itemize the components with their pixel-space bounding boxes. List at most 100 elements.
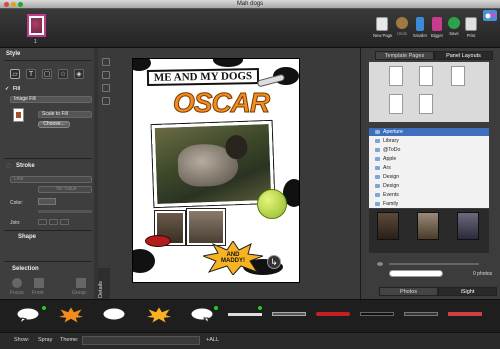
group-button[interactable] — [76, 278, 86, 288]
speech-bubble-sticker[interactable] — [16, 307, 40, 325]
bigger-button[interactable]: Bigger — [428, 17, 446, 38]
undo-icon — [396, 17, 408, 29]
bone-sticker[interactable] — [256, 73, 286, 88]
photo-thumbnail[interactable] — [457, 212, 479, 240]
tree-item-aperture[interactable]: Aperture — [369, 128, 489, 136]
text-banner-sticker[interactable] — [228, 313, 262, 316]
photo-search-input[interactable] — [389, 270, 443, 277]
library-icon — [375, 139, 380, 143]
main-dog-photo[interactable] — [151, 120, 275, 208]
save-icon — [448, 17, 460, 29]
layout-thumbnail[interactable] — [389, 66, 403, 86]
tree-item-library[interactable]: Library — [369, 137, 489, 145]
stroke-width-slider[interactable] — [38, 210, 92, 213]
tree-item-todo[interactable]: @ToDo — [369, 146, 489, 154]
grid-tool-icon[interactable] — [102, 58, 110, 66]
tree-item-label: Aperture — [383, 129, 403, 135]
tab-isight[interactable]: iSight — [438, 287, 497, 296]
stroke-checkbox[interactable]: ▢ — [6, 163, 11, 169]
photo-thumbnail[interactable] — [377, 212, 399, 240]
bar-sticker[interactable] — [272, 312, 306, 316]
tree-item-ars[interactable]: Ars — [369, 164, 489, 172]
front-button[interactable] — [34, 278, 44, 288]
undo-button[interactable]: Undo — [393, 17, 411, 36]
tab-photos[interactable]: Photos — [379, 287, 438, 296]
page-thumbnail[interactable] — [27, 14, 46, 37]
window-title: Mah dogs — [236, 1, 264, 7]
spray-button[interactable]: Spray — [38, 337, 52, 343]
smaller-button[interactable]: Smaller — [411, 17, 429, 38]
new-page-icon — [376, 17, 388, 31]
burst-sticker[interactable] — [145, 306, 173, 325]
crop-tool-icon[interactable] — [102, 97, 110, 105]
tab-template-pages[interactable]: Template Pages — [375, 51, 434, 60]
tree-item-family[interactable]: Family — [369, 200, 489, 208]
join-miter-button[interactable] — [38, 219, 47, 225]
stroke-color-well[interactable] — [38, 198, 56, 205]
align-tool-icon[interactable] — [102, 71, 110, 79]
ribbon-sticker[interactable] — [316, 312, 350, 316]
burst-callout[interactable]: AND MADDY! — [201, 240, 264, 276]
theme-label: Theme: — [60, 337, 79, 343]
tree-item-label: Library — [383, 138, 399, 144]
stroke-style-select[interactable]: Line — [10, 176, 92, 183]
front-label: Front — [32, 290, 44, 296]
tab-panel-layouts[interactable]: Panel Layouts — [434, 51, 493, 60]
choose-image-button[interactable]: Choose... — [38, 121, 70, 128]
fill-preview — [13, 108, 24, 122]
bar-sticker[interactable] — [404, 312, 438, 316]
bar-sticker[interactable] — [360, 312, 394, 316]
star-icon[interactable]: ☆ — [58, 69, 68, 79]
template-tabs: Template Pages Panel Layouts — [375, 51, 493, 60]
shape-tool-icon[interactable]: ▢ — [42, 69, 52, 79]
eye-icon[interactable] — [377, 262, 383, 266]
save-button[interactable]: Save — [445, 17, 463, 36]
layout-thumbnail[interactable] — [419, 94, 433, 114]
tennis-ball-sticker[interactable] — [257, 189, 287, 219]
join-bevel-button[interactable] — [60, 219, 69, 225]
new-page-button[interactable]: New Page — [373, 17, 392, 38]
dog-bowl-sticker[interactable] — [145, 235, 171, 247]
right-panel: Template Pages Panel Layouts Aperture Li… — [360, 48, 500, 330]
page-number: 1 — [34, 39, 37, 45]
scrapbook-page[interactable]: ME AND MY DOGS OSCAR AND MADDY! ↳ — [132, 58, 300, 283]
text-tool-icon[interactable]: T — [26, 69, 36, 79]
green-dot-icon — [214, 306, 218, 310]
focus-button[interactable] — [12, 278, 22, 288]
tree-item-design-2[interactable]: Design — [369, 182, 489, 190]
bigger-icon — [432, 17, 442, 31]
page-thumbnail-image — [31, 18, 42, 33]
layout-thumbnail[interactable] — [389, 94, 403, 114]
ribbon-sticker[interactable] — [448, 312, 482, 316]
fill-type-select[interactable]: Image Fill — [10, 96, 92, 103]
stroke-value-select[interactable]: No Value — [38, 186, 92, 193]
group-label: Group — [72, 290, 86, 296]
tree-item-apple[interactable]: Apple — [369, 155, 489, 163]
theme-selector[interactable] — [82, 336, 200, 345]
print-button[interactable]: Print — [462, 17, 480, 38]
thought-bubble-sticker[interactable] — [102, 307, 126, 325]
effects-icon[interactable]: ◈ — [74, 69, 84, 79]
layout-tool-icon[interactable] — [102, 84, 110, 92]
page-nav-arrow-icon[interactable]: ↳ — [267, 255, 281, 269]
layout-thumbnail[interactable] — [451, 66, 465, 86]
layout-thumbnail[interactable] — [419, 66, 433, 86]
tree-item-events[interactable]: Events — [369, 191, 489, 199]
tree-item-label: Design — [383, 174, 400, 180]
heading-banner[interactable]: ME AND MY DOGS — [146, 68, 260, 86]
tree-item-design[interactable]: Design — [369, 173, 489, 181]
speech-bubble-sticker[interactable] — [190, 307, 214, 325]
show-all-button[interactable]: +ALL — [206, 337, 219, 343]
divider — [4, 261, 92, 262]
smaller-label: Smaller — [412, 33, 428, 38]
small-dog-photo-2[interactable] — [187, 209, 225, 245]
scale-mode-select[interactable]: Scale to Fill — [38, 111, 92, 118]
fill-checkbox[interactable]: ✓ — [5, 86, 9, 92]
join-round-button[interactable] — [49, 219, 58, 225]
burst-sticker[interactable] — [57, 306, 85, 325]
folder-icon — [375, 175, 380, 179]
paint-bucket-icon[interactable]: ▱ — [10, 69, 20, 79]
photo-thumbnail[interactable] — [417, 212, 439, 240]
name-title[interactable]: OSCAR — [172, 87, 270, 119]
photo-size-slider[interactable] — [389, 263, 479, 265]
